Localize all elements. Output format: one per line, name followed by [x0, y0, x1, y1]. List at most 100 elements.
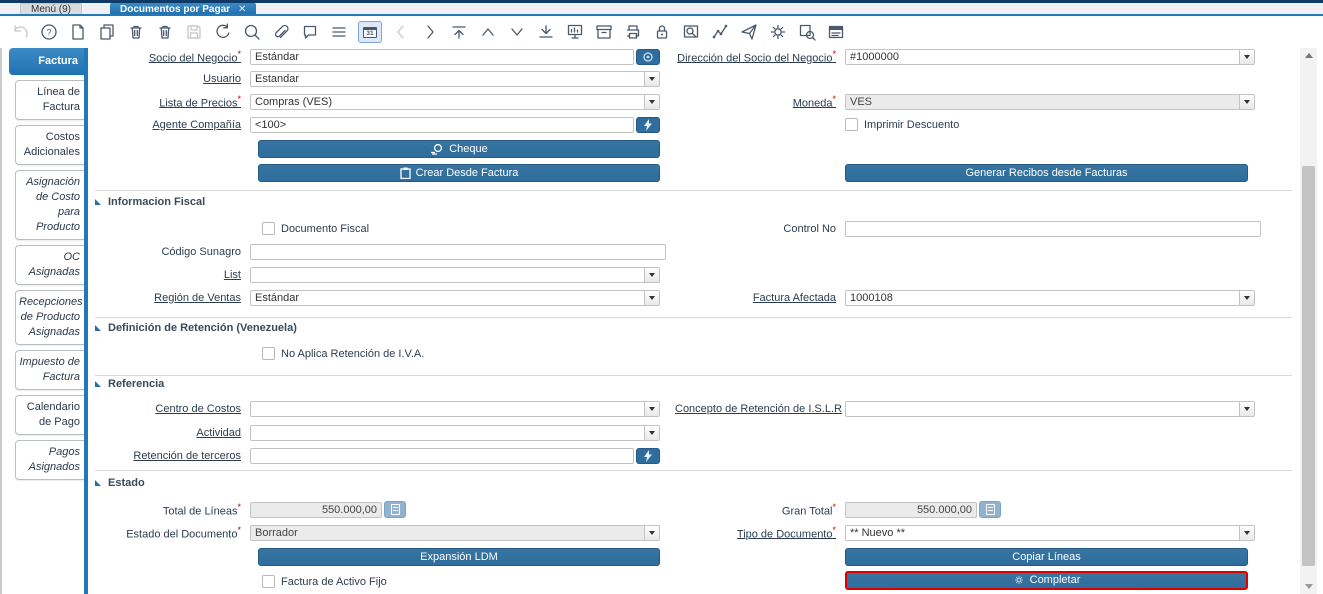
dropdown-arrow-icon[interactable] [644, 425, 659, 440]
send-mail-icon[interactable] [739, 22, 759, 42]
documento-fiscal-checkbox[interactable] [262, 222, 275, 235]
control-no-field[interactable] [845, 220, 1261, 237]
quick-entry-icon[interactable] [636, 116, 660, 133]
previous-record-icon[interactable] [391, 22, 411, 42]
bpartner-info-button[interactable] [636, 48, 660, 65]
lock-icon[interactable] [652, 22, 672, 42]
definicion-retencion-header[interactable]: Definición de Retención (Venezuela) [95, 322, 297, 334]
socio-field[interactable]: Estándar [250, 48, 634, 65]
total-lineas-field: 550.000,00 [250, 501, 382, 518]
calendar-icon[interactable]: 31 [358, 21, 382, 43]
estado-header[interactable]: Estado [95, 477, 145, 489]
help-icon[interactable]: ? [39, 22, 59, 42]
print-icon[interactable] [623, 22, 643, 42]
archive-icon[interactable] [594, 22, 614, 42]
list-field[interactable] [250, 266, 660, 283]
sidebar-tab-calendario-de-pago[interactable]: Calendario de Pago [15, 395, 86, 435]
informacion-fiscal-header[interactable]: Informacion Fiscal [95, 196, 205, 208]
sidebar-tab-pagos-asignados[interactable]: Pagos Asignados [15, 440, 86, 480]
sidebar-tab-factura[interactable]: Factura [9, 48, 86, 75]
parent-record-icon[interactable] [478, 22, 498, 42]
calendar-day: 31 [363, 26, 377, 38]
tipo-documento-field[interactable]: ** Nuevo ** [845, 524, 1255, 541]
detail-record-icon[interactable] [507, 22, 527, 42]
next-record-icon[interactable] [420, 22, 440, 42]
generar-recibos-button[interactable]: Generar Recibos desde Facturas [845, 163, 1248, 182]
completar-button[interactable]: Completar [845, 570, 1248, 590]
dropdown-arrow-icon[interactable] [644, 290, 659, 305]
referencia-header[interactable]: Referencia [95, 378, 164, 390]
dropdown-arrow-icon[interactable] [644, 71, 659, 86]
dropdown-arrow-icon[interactable] [1239, 401, 1254, 416]
dropdown-arrow-icon[interactable] [1239, 290, 1254, 305]
process-gear-icon [1014, 576, 1023, 584]
gran-total-label: Gran Total* [781, 501, 836, 518]
grid-toggle-icon[interactable] [329, 22, 349, 42]
agente-field[interactable]: <100> [250, 116, 634, 133]
save-icon[interactable] [184, 22, 204, 42]
quick-entry-icon[interactable] [636, 447, 660, 464]
print-preview-icon[interactable] [797, 22, 817, 42]
direccion-field[interactable]: #1000000 [845, 48, 1255, 65]
refresh-icon[interactable] [213, 22, 233, 42]
actividad-field[interactable] [250, 424, 660, 441]
concepto-islr-field[interactable] [845, 400, 1255, 417]
sidebar-tab-costos-adicionales[interactable]: Costos Adicionales [15, 125, 86, 165]
form-content: Socio del Negocio* Estándar Dirección de… [88, 48, 1296, 594]
scroll-down-icon[interactable] [1300, 579, 1317, 594]
vertical-scrollbar[interactable] [1300, 48, 1317, 594]
workflow-icon[interactable] [710, 22, 730, 42]
last-record-icon[interactable] [536, 22, 556, 42]
dropdown-arrow-icon[interactable] [1239, 94, 1254, 109]
calculator-icon[interactable] [979, 501, 1001, 518]
crear-desde-factura-button[interactable]: Crear Desde Factura [258, 163, 660, 182]
zoom-across-icon[interactable] [681, 22, 701, 42]
scroll-up-icon[interactable] [1300, 48, 1317, 63]
undo-icon[interactable] [10, 22, 30, 42]
usuario-field[interactable]: Estandar [250, 70, 660, 87]
delete-record-icon[interactable] [126, 22, 146, 42]
collapse-icon [95, 325, 101, 331]
attachment-icon[interactable] [271, 22, 291, 42]
dropdown-arrow-icon[interactable] [644, 94, 659, 109]
expansion-ldm-button[interactable]: Expansión LDM [258, 547, 660, 566]
imprimir-descuento-checkbox[interactable] [845, 118, 858, 131]
process-icon[interactable] [768, 22, 788, 42]
sidebar-tab-linea-de-factura[interactable]: Línea de Factura [15, 80, 86, 120]
new-record-icon[interactable] [68, 22, 88, 42]
tipo-documento-label: Tipo de Documento* [736, 524, 836, 541]
factura-activo-fijo-checkbox[interactable] [262, 575, 275, 588]
find-icon[interactable] [242, 22, 262, 42]
region-ventas-field[interactable]: Estándar [250, 289, 660, 306]
dropdown-arrow-icon[interactable] [644, 267, 659, 282]
codigo-sunagro-field[interactable] [250, 243, 666, 260]
dropdown-arrow-icon[interactable] [1239, 49, 1254, 64]
delete-selection-icon[interactable] [155, 22, 175, 42]
dropdown-arrow-icon[interactable] [644, 525, 659, 540]
cheque-button[interactable]: Cheque [258, 139, 660, 158]
no-aplica-iva-checkbox[interactable] [262, 347, 275, 360]
calculator-icon[interactable] [384, 501, 406, 518]
sidebar-tab-recepciones[interactable]: Recepciones de Producto Asignadas [15, 290, 86, 345]
sidebar-tab-asignacion-de-costo[interactable]: Asignación de Costo para Producto [15, 170, 86, 240]
moneda-field[interactable]: VES [845, 93, 1255, 110]
close-tab-icon[interactable]: ✕ [238, 4, 246, 15]
dropdown-arrow-icon[interactable] [1239, 525, 1254, 540]
factura-afectada-field[interactable]: 1000108 [845, 289, 1255, 306]
quick-form-icon[interactable] [826, 22, 846, 42]
lista-precios-field[interactable]: Compras (VES) [250, 93, 660, 110]
separator [95, 190, 1292, 191]
copiar-lineas-button[interactable]: Copiar Líneas [845, 547, 1248, 566]
dropdown-arrow-icon[interactable] [644, 401, 659, 416]
collapse-icon [95, 480, 101, 486]
copy-record-icon[interactable] [97, 22, 117, 42]
scrollbar-thumb[interactable] [1302, 166, 1315, 566]
sidebar-tab-impuesto-de-factura[interactable]: Impuesto de Factura [15, 350, 86, 390]
sidebar-tab-oc-asignadas[interactable]: OC Asignadas [15, 245, 86, 285]
first-record-icon[interactable] [449, 22, 469, 42]
estado-documento-field[interactable]: Borrador [250, 524, 660, 541]
report-icon[interactable] [565, 22, 585, 42]
chat-icon[interactable] [300, 22, 320, 42]
centro-costos-field[interactable] [250, 400, 660, 417]
retencion-terceros-field[interactable] [250, 447, 634, 464]
